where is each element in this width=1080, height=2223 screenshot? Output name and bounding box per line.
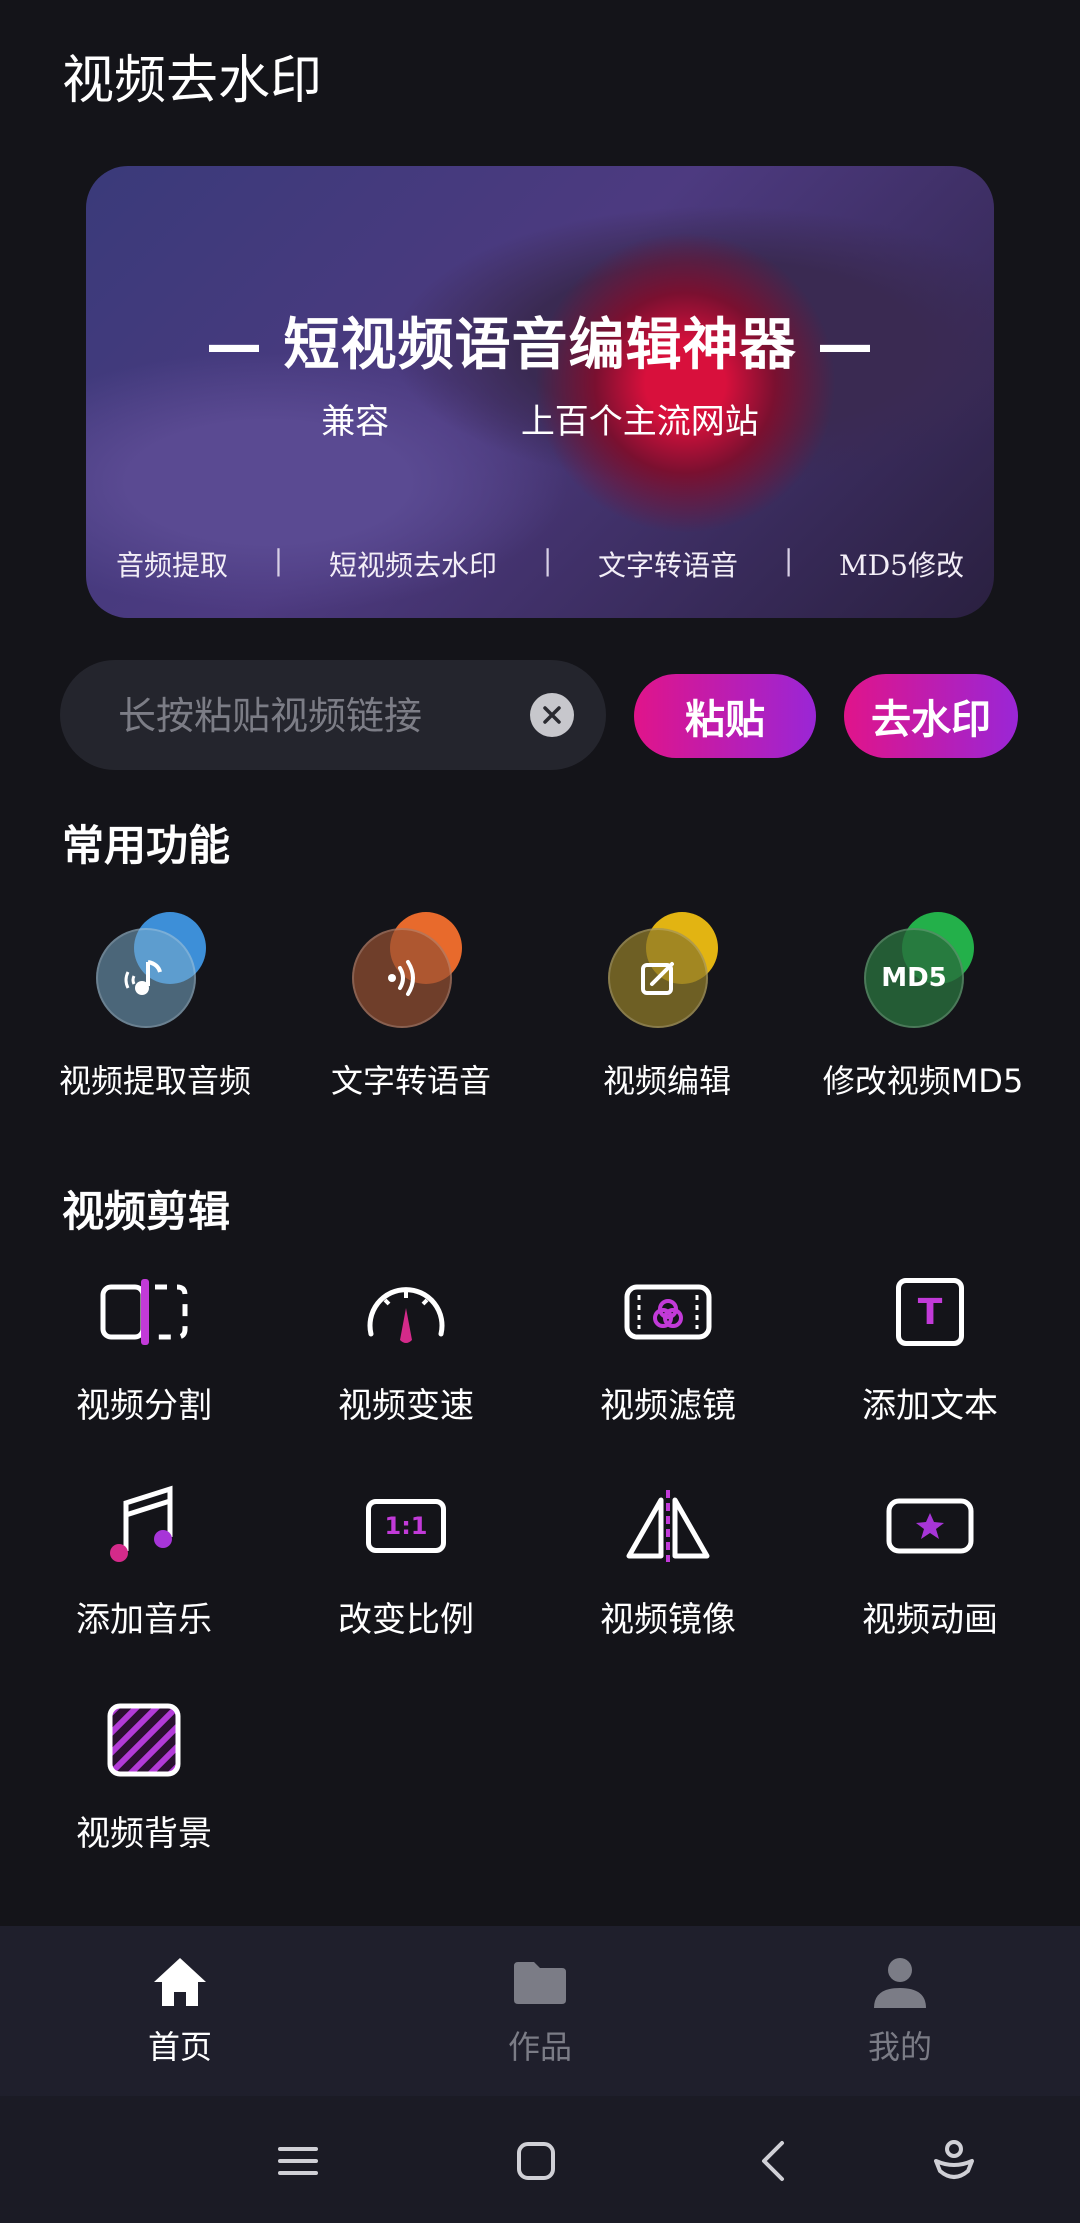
tab-label: 我的 (867, 2028, 932, 2066)
tool-label: 视频变速 (338, 1386, 474, 1426)
speaker-waves-icon (352, 928, 452, 1028)
back-icon[interactable] (744, 2136, 804, 2186)
paste-button[interactable]: 粘贴 (634, 674, 816, 758)
text-icon: T (830, 1264, 1030, 1360)
link-input[interactable] (116, 660, 520, 772)
tool-add-text[interactable]: T 添加文本 (830, 1264, 1030, 1427)
feature-extract-audio[interactable]: 视频提取音频 (50, 912, 260, 1102)
tool-video-filter[interactable]: 视频滤镜 (568, 1264, 768, 1427)
tool-change-ratio[interactable]: 1:1 改变比例 (306, 1478, 506, 1641)
banner-separator: | (273, 544, 284, 577)
tool-label: 视频镜像 (600, 1600, 736, 1640)
tool-video-mirror[interactable]: 视频镜像 (568, 1478, 768, 1641)
banner-tag: 短视频去水印 (329, 549, 498, 582)
tool-video-background[interactable]: 视频背景 (44, 1692, 244, 1855)
tab-works[interactable]: 作品 (440, 1952, 640, 2068)
clear-icon[interactable] (530, 693, 574, 737)
banner-tags: 音频提取 | 短视频去水印 | 文字转语音 | MD5修改 (116, 544, 964, 584)
user-icon (874, 1958, 926, 2008)
section-title-common: 常用功能 (62, 821, 231, 870)
background-icon (44, 1692, 244, 1788)
banner-separator: | (783, 544, 794, 577)
tool-label: 改变比例 (338, 1600, 474, 1640)
md5-icon: MD5 (864, 928, 964, 1028)
split-icon (44, 1264, 244, 1360)
system-nav-bar (0, 2096, 1080, 2223)
ratio-icon: 1:1 (306, 1478, 506, 1574)
menu-icon[interactable] (268, 2136, 328, 2186)
folder-icon (514, 1962, 566, 2004)
feature-label: 视频提取音频 (58, 1062, 251, 1100)
tab-label: 作品 (507, 2028, 572, 2066)
feature-label: 视频编辑 (602, 1062, 731, 1100)
tool-video-speed[interactable]: 视频变速 (306, 1264, 506, 1427)
tool-label: 视频动画 (862, 1600, 998, 1640)
tool-label: 视频滤镜 (600, 1386, 736, 1426)
banner-separator: | (542, 544, 553, 577)
link-input-container (60, 660, 606, 772)
music-icon (44, 1478, 244, 1574)
music-note-icon (96, 928, 196, 1028)
filter-icon (568, 1264, 768, 1360)
home-square-icon[interactable] (506, 2136, 566, 2186)
tab-home[interactable]: 首页 (80, 1952, 280, 2068)
mirror-icon (568, 1478, 768, 1574)
star-animation-icon (830, 1478, 1030, 1574)
tool-video-animation[interactable]: 视频动画 (830, 1478, 1030, 1641)
banner-subtitle-left: 兼容 (321, 402, 390, 442)
banner-tag: 文字转语音 (598, 549, 739, 582)
tool-label: 视频分割 (76, 1386, 212, 1426)
assistant-icon[interactable] (924, 2136, 984, 2186)
bottom-tab-bar: 首页 作品 我的 (0, 1926, 1080, 2096)
banner-tag: MD5修改 (839, 549, 964, 582)
tool-video-split[interactable]: 视频分割 (44, 1264, 244, 1427)
feature-modify-md5[interactable]: MD5 修改视频MD5 (818, 912, 1028, 1102)
banner-tag: 音频提取 (116, 549, 229, 582)
tool-label: 视频背景 (76, 1814, 212, 1854)
section-title-editing: 视频剪辑 (62, 1187, 231, 1236)
banner-subtitle-right: 上百个主流网站 (520, 402, 759, 442)
feature-text-to-speech[interactable]: 文字转语音 (306, 912, 516, 1102)
page-title: 视频去水印 (62, 51, 323, 111)
tab-label: 首页 (147, 2028, 212, 2066)
remove-watermark-button[interactable]: 去水印 (844, 674, 1018, 758)
banner-title: — 短视频语音编辑神器 — (206, 313, 874, 378)
tool-label: 添加音乐 (76, 1600, 212, 1640)
home-icon (154, 1958, 206, 2006)
tool-label: 添加文本 (862, 1386, 998, 1426)
promo-banner[interactable]: — 短视频语音编辑神器 — 兼容 上百个主流网站 音频提取 | 短视频去水印 |… (86, 166, 994, 618)
feature-video-edit[interactable]: 视频编辑 (562, 912, 772, 1102)
banner-subtitle: 兼容 上百个主流网站 (86, 394, 994, 443)
tool-add-music[interactable]: 添加音乐 (44, 1478, 244, 1641)
tab-mine[interactable]: 我的 (800, 1952, 1000, 2068)
feature-label: 文字转语音 (330, 1062, 491, 1100)
speedometer-icon (306, 1264, 506, 1360)
feature-label: 修改视频MD5 (822, 1062, 1024, 1100)
edit-icon (608, 928, 708, 1028)
